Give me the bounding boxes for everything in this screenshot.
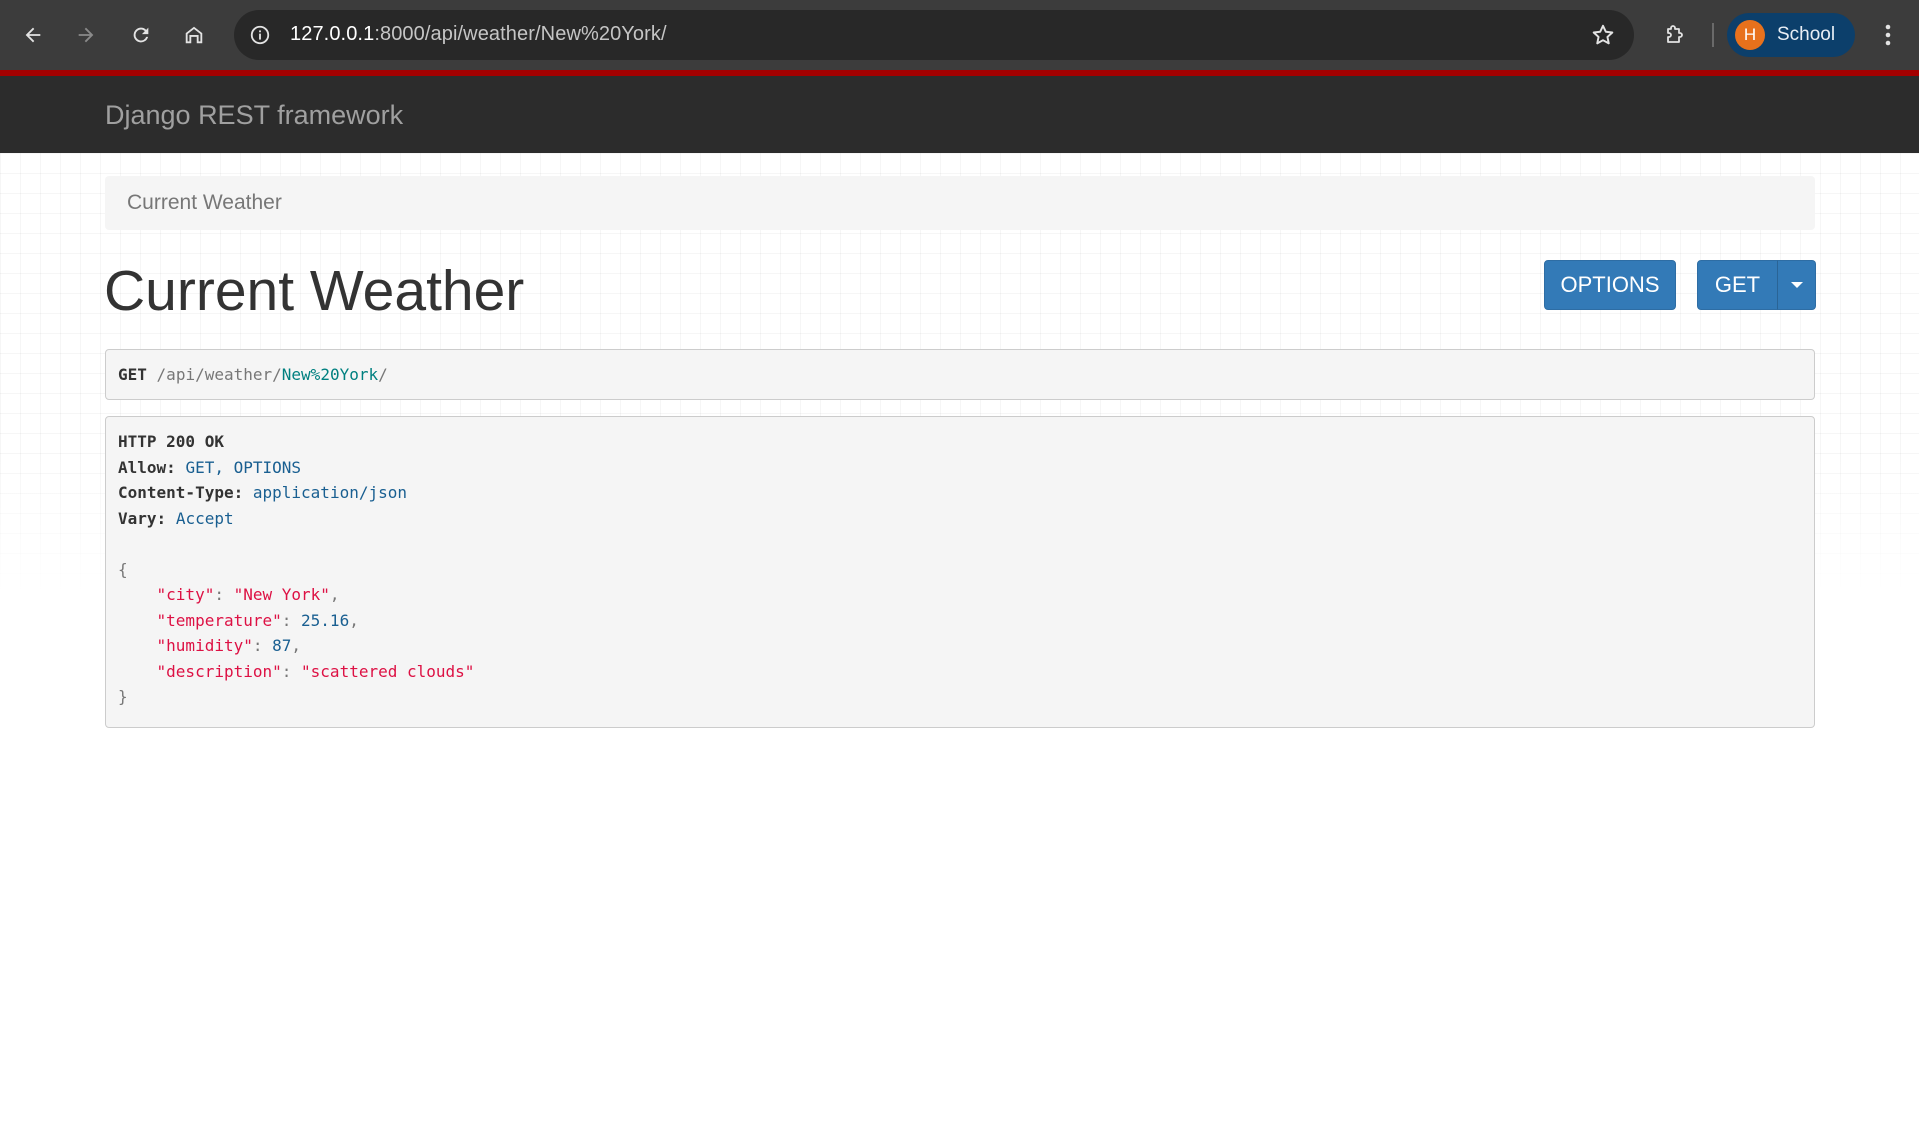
reload-icon	[133, 27, 149, 43]
header-value: GET, OPTIONS	[185, 457, 302, 477]
arrow-left-icon	[25, 27, 41, 43]
arrow-right-icon	[78, 27, 94, 43]
request-method: GET	[118, 365, 147, 384]
json-key: "description"	[156, 661, 282, 681]
avatar: H	[1735, 20, 1765, 50]
url-path: :8000/api/weather/New%20York/	[374, 23, 667, 45]
puzzle-icon	[1667, 25, 1683, 43]
header-name: Vary:	[118, 508, 167, 528]
json-value: 87	[272, 636, 292, 655]
page-content: Current Weather Current Weather OPTIONS …	[0, 153, 1919, 1132]
caret-down-icon	[1790, 282, 1803, 288]
header-value: Accept	[175, 508, 234, 528]
bookmark-star-icon[interactable]	[1590, 22, 1616, 48]
breadcrumb: Current Weather	[105, 176, 1815, 230]
json-key: "temperature"	[156, 610, 282, 630]
back-button[interactable]	[13, 15, 53, 55]
site-info-icon[interactable]	[246, 21, 274, 49]
forward-button[interactable]	[66, 15, 106, 55]
profile-button[interactable]: H School	[1727, 13, 1855, 57]
json-comma: ,	[329, 585, 340, 604]
get-format-dropdown-button[interactable]	[1777, 260, 1816, 310]
profile-name: School	[1777, 24, 1836, 45]
json-key: "city"	[156, 585, 215, 604]
more-vertical-icon	[1885, 24, 1891, 46]
json-comma: ,	[291, 636, 302, 655]
brand-link[interactable]: Django REST framework	[105, 100, 403, 131]
json-key: "humidity"	[156, 636, 253, 655]
json-open-brace: {	[118, 559, 128, 579]
response-status: HTTP 200 OK	[118, 432, 224, 451]
drf-navbar: Django REST framework	[0, 70, 1919, 153]
home-button[interactable]	[174, 15, 214, 55]
extensions-button[interactable]	[1655, 15, 1695, 55]
request-info: GET /api/weather/New%20York/	[105, 349, 1815, 400]
browser-menu-button[interactable]	[1870, 15, 1906, 55]
request-path-param: New%20York	[281, 365, 379, 384]
home-icon	[185, 26, 203, 44]
header-value: application/json	[252, 483, 407, 502]
get-button[interactable]: GET	[1697, 260, 1778, 310]
json-value: "New York"	[233, 585, 330, 604]
json-close-brace: }	[118, 687, 128, 706]
json-value: "scattered clouds"	[301, 661, 475, 681]
url-host: 127.0.0.1	[290, 23, 375, 45]
breadcrumb-current: Current Weather	[127, 191, 282, 214]
header-name: Allow:	[118, 457, 176, 477]
url-text[interactable]: 127.0.0.1:8000/api/weather/New%20York/	[290, 23, 667, 46]
request-path-prefix: /api/weather/	[156, 365, 282, 384]
options-button[interactable]: OPTIONS	[1544, 260, 1676, 310]
request-path-suffix: /	[378, 365, 388, 384]
json-comma: ,	[349, 610, 359, 630]
header-name: Content-Type:	[118, 483, 244, 502]
browser-toolbar: 127.0.0.1:8000/api/weather/New%20York/ H…	[0, 0, 1919, 70]
page-title: Current Weather	[104, 259, 525, 323]
toolbar-divider	[1712, 23, 1714, 47]
json-value: 25.16	[301, 610, 350, 630]
address-bar[interactable]: 127.0.0.1:8000/api/weather/New%20York/	[234, 10, 1634, 60]
reload-button[interactable]	[121, 15, 161, 55]
response-info: HTTP 200 OK Allow: GET, OPTIONS Content-…	[105, 416, 1815, 728]
